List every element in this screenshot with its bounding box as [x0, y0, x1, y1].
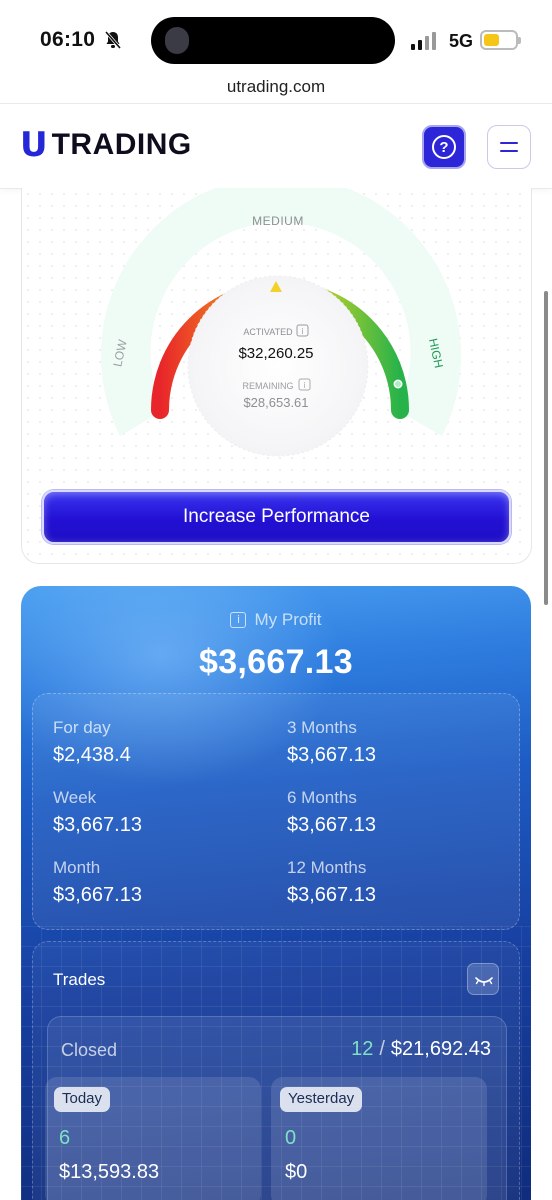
profit-total: $3,667.13	[199, 643, 353, 681]
period-value: $3,667.13	[287, 814, 376, 836]
dynamic-island	[151, 17, 395, 64]
period-6-months: 6 Months $3,667.13	[287, 788, 376, 837]
address-bar-url[interactable]: utrading.com	[0, 77, 552, 97]
period-label: Month	[53, 858, 101, 877]
period-value: $3,667.13	[53, 814, 142, 836]
period-label: For day	[53, 718, 111, 737]
gauge-label-medium: MEDIUM	[252, 214, 304, 228]
increase-performance-button[interactable]: Increase Performance	[42, 490, 511, 544]
trades-panel: Trades Closed 12/$21,692.43 Today 6 $13,…	[32, 941, 520, 1200]
toggle-visibility-button[interactable]	[467, 963, 499, 995]
info-icon[interactable]: i	[230, 612, 247, 628]
help-button[interactable]: ?	[422, 125, 466, 169]
network-type: 5G	[449, 31, 474, 51]
profit-title: i My Profit	[21, 610, 531, 630]
today-amount: $13,593.83	[59, 1161, 160, 1183]
period-value: $3,667.13	[287, 884, 376, 906]
svg-text:i: i	[301, 327, 303, 336]
closed-summary: 12/$21,692.43	[351, 1038, 491, 1061]
closed-trades-box: Closed 12/$21,692.43 Today 6 $13,593.83 …	[45, 1016, 507, 1200]
yesterday-amount: $0	[285, 1161, 308, 1183]
battery-icon	[480, 30, 521, 50]
status-bar: 06:10 5G	[0, 0, 552, 80]
profit-title-text: My Profit	[254, 610, 322, 629]
today-pill: Today	[54, 1087, 111, 1112]
period-value: $3,667.13	[53, 884, 142, 906]
period-12-months: 12 Months $3,667.13	[287, 858, 376, 907]
performance-gauge: MEDIUM LOW HIGH ACTIVATED i $32,260.25 R…	[101, 188, 461, 457]
menu-button[interactable]	[487, 125, 531, 169]
remaining-label: REMAINING	[242, 381, 293, 391]
period-label: 3 Months	[287, 718, 357, 737]
trades-title: Trades	[53, 970, 106, 989]
cellular-signal-icon	[411, 32, 436, 50]
logo-text: TRADING	[51, 128, 192, 161]
flashlight-icon	[165, 27, 189, 54]
period-week: Week $3,667.13	[53, 788, 142, 837]
period-label: Week	[53, 788, 97, 807]
period-value: $2,438.4	[53, 744, 131, 766]
app-header: U TRADING ?	[0, 103, 552, 189]
bell-muted-icon	[104, 31, 122, 49]
yesterday-card: Yesterday 0 $0	[271, 1077, 487, 1200]
hamburger-icon	[500, 142, 518, 144]
gauge-inner-disc	[187, 275, 369, 457]
closed-amount: $21,692.43	[390, 1038, 491, 1060]
period-for-day: For day $2,438.4	[53, 718, 131, 767]
today-count: 6	[59, 1127, 71, 1149]
profit-card: i My Profit $3,667.13 For day $2,438.4 3…	[21, 586, 531, 1200]
period-label: 12 Months	[287, 858, 367, 877]
yesterday-pill: Yesterday	[280, 1087, 363, 1112]
logo[interactable]: U TRADING	[20, 128, 192, 162]
period-value: $3,667.13	[287, 744, 376, 766]
remaining-value: $28,653.61	[243, 395, 308, 410]
profit-periods: For day $2,438.4 3 Months $3,667.13 Week…	[32, 693, 520, 930]
activated-value: $32,260.25	[238, 345, 313, 362]
logo-mark: U	[20, 125, 48, 165]
question-icon: ?	[432, 135, 456, 159]
clock: 06:10	[40, 28, 96, 51]
activated-label: ACTIVATED	[243, 327, 293, 337]
page-scrollbar[interactable]	[544, 291, 548, 605]
today-card: Today 6 $13,593.83	[45, 1077, 261, 1200]
performance-gauge-card: MEDIUM LOW HIGH ACTIVATED i $32,260.25 R…	[21, 188, 532, 564]
period-month: Month $3,667.13	[53, 858, 142, 907]
yesterday-count: 0	[285, 1127, 297, 1149]
closed-separator: /	[379, 1038, 385, 1060]
eye-closed-icon	[475, 977, 493, 987]
period-label: 6 Months	[287, 788, 357, 807]
closed-count: 12	[351, 1038, 374, 1060]
closed-label: Closed	[61, 1040, 118, 1060]
svg-text:i: i	[303, 381, 305, 390]
period-3-months: 3 Months $3,667.13	[287, 718, 376, 767]
